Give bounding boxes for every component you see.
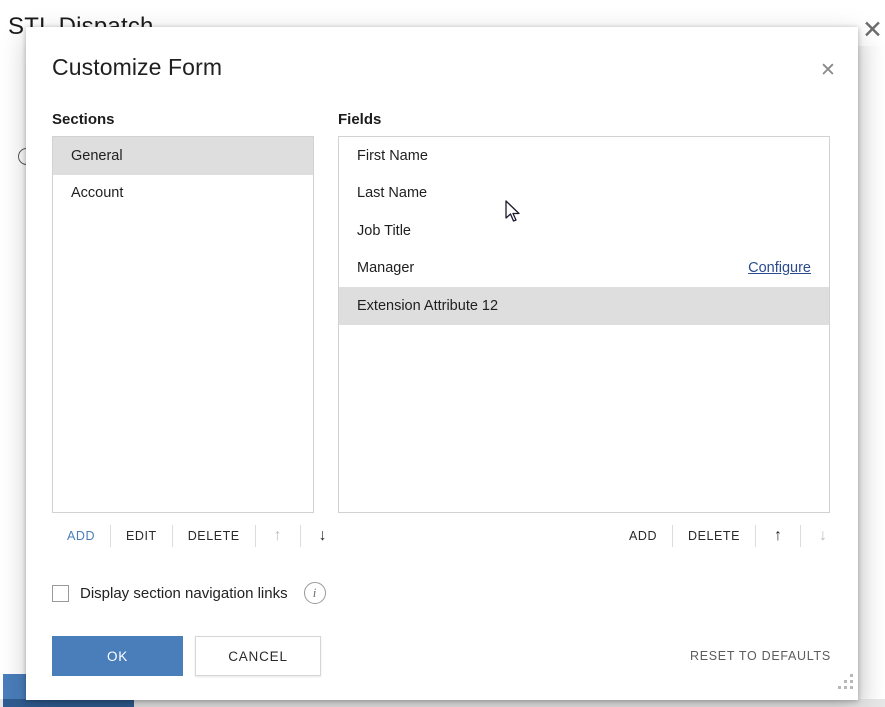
dialog-title: Customize Form bbox=[52, 54, 223, 80]
sections-listbox[interactable]: General Account bbox=[52, 136, 314, 513]
field-list-item[interactable]: Extension Attribute 12 bbox=[339, 287, 829, 325]
sections-toolbar: ADD EDIT DELETE ↑ ↓ bbox=[52, 521, 345, 551]
sections-delete-button[interactable]: DELETE bbox=[173, 521, 255, 551]
background-right-panel bbox=[858, 46, 885, 701]
section-list-item[interactable]: General bbox=[53, 137, 313, 175]
field-list-item-label: Extension Attribute 12 bbox=[357, 297, 499, 314]
fields-add-button[interactable]: ADD bbox=[614, 521, 672, 551]
section-list-item[interactable]: Account bbox=[53, 175, 313, 213]
field-list-item-label: Last Name bbox=[357, 185, 428, 202]
field-list-item[interactable]: First Name bbox=[339, 137, 829, 175]
grip-dot bbox=[844, 686, 847, 689]
field-list-item[interactable]: Last Name bbox=[339, 175, 829, 213]
sections-edit-button[interactable]: EDIT bbox=[111, 521, 172, 551]
display-nav-links-checkbox[interactable] bbox=[52, 584, 69, 602]
section-list-item-label: Account bbox=[71, 185, 124, 202]
reset-to-defaults-button[interactable]: RESET TO DEFAULTS bbox=[690, 649, 831, 663]
sections-arrow-up-icon: ↑ bbox=[273, 527, 282, 544]
display-nav-links-row: Display section navigation links i bbox=[52, 582, 326, 604]
customize-form-dialog: Customize Form ✕ Sections General Account… bbox=[26, 27, 858, 700]
sections-header: Sections bbox=[52, 111, 115, 128]
field-list-item-label: Manager bbox=[357, 260, 415, 277]
sections-add-button[interactable]: ADD bbox=[52, 521, 110, 551]
grip-dot bbox=[844, 680, 847, 683]
section-list-item-label: General bbox=[71, 147, 123, 164]
grip-dot bbox=[850, 680, 853, 683]
screen: STL Dispatch ✕ ADVANCED Customize Form ✕… bbox=[0, 0, 885, 707]
info-icon[interactable]: i bbox=[303, 582, 326, 604]
fields-listbox[interactable]: First Name Last Name Job Title Manager Confi… bbox=[338, 136, 830, 513]
field-list-item-label: First Name bbox=[357, 147, 428, 164]
cancel-button[interactable]: CANCEL bbox=[195, 636, 321, 676]
field-list-item[interactable]: Manager Configure bbox=[339, 250, 829, 288]
grip-dot bbox=[838, 686, 841, 689]
field-list-item[interactable]: Job Title bbox=[339, 212, 829, 250]
background-close-icon[interactable]: ✕ bbox=[862, 18, 883, 43]
field-list-item-label: Job Title bbox=[357, 222, 411, 239]
fields-header: Fields bbox=[338, 111, 382, 128]
fields-delete-button[interactable]: DELETE bbox=[673, 521, 755, 551]
configure-link[interactable]: Configure bbox=[748, 260, 811, 276]
fields-toolbar: ADD DELETE ↑ ↓ bbox=[614, 521, 845, 551]
display-nav-links-label: Display section navigation links bbox=[80, 584, 288, 602]
grip-dot bbox=[850, 674, 853, 677]
resize-grip-icon[interactable] bbox=[838, 674, 854, 690]
sections-arrow-down-icon[interactable]: ↓ bbox=[301, 521, 345, 551]
fields-arrow-up-icon[interactable]: ↑ bbox=[756, 521, 800, 551]
ok-button[interactable]: OK bbox=[52, 636, 183, 676]
background-taskbar-item-indicator bbox=[3, 699, 134, 707]
close-icon[interactable]: ✕ bbox=[813, 55, 843, 85]
grip-dot bbox=[850, 686, 853, 689]
fields-arrow-down-icon: ↓ bbox=[818, 527, 827, 544]
